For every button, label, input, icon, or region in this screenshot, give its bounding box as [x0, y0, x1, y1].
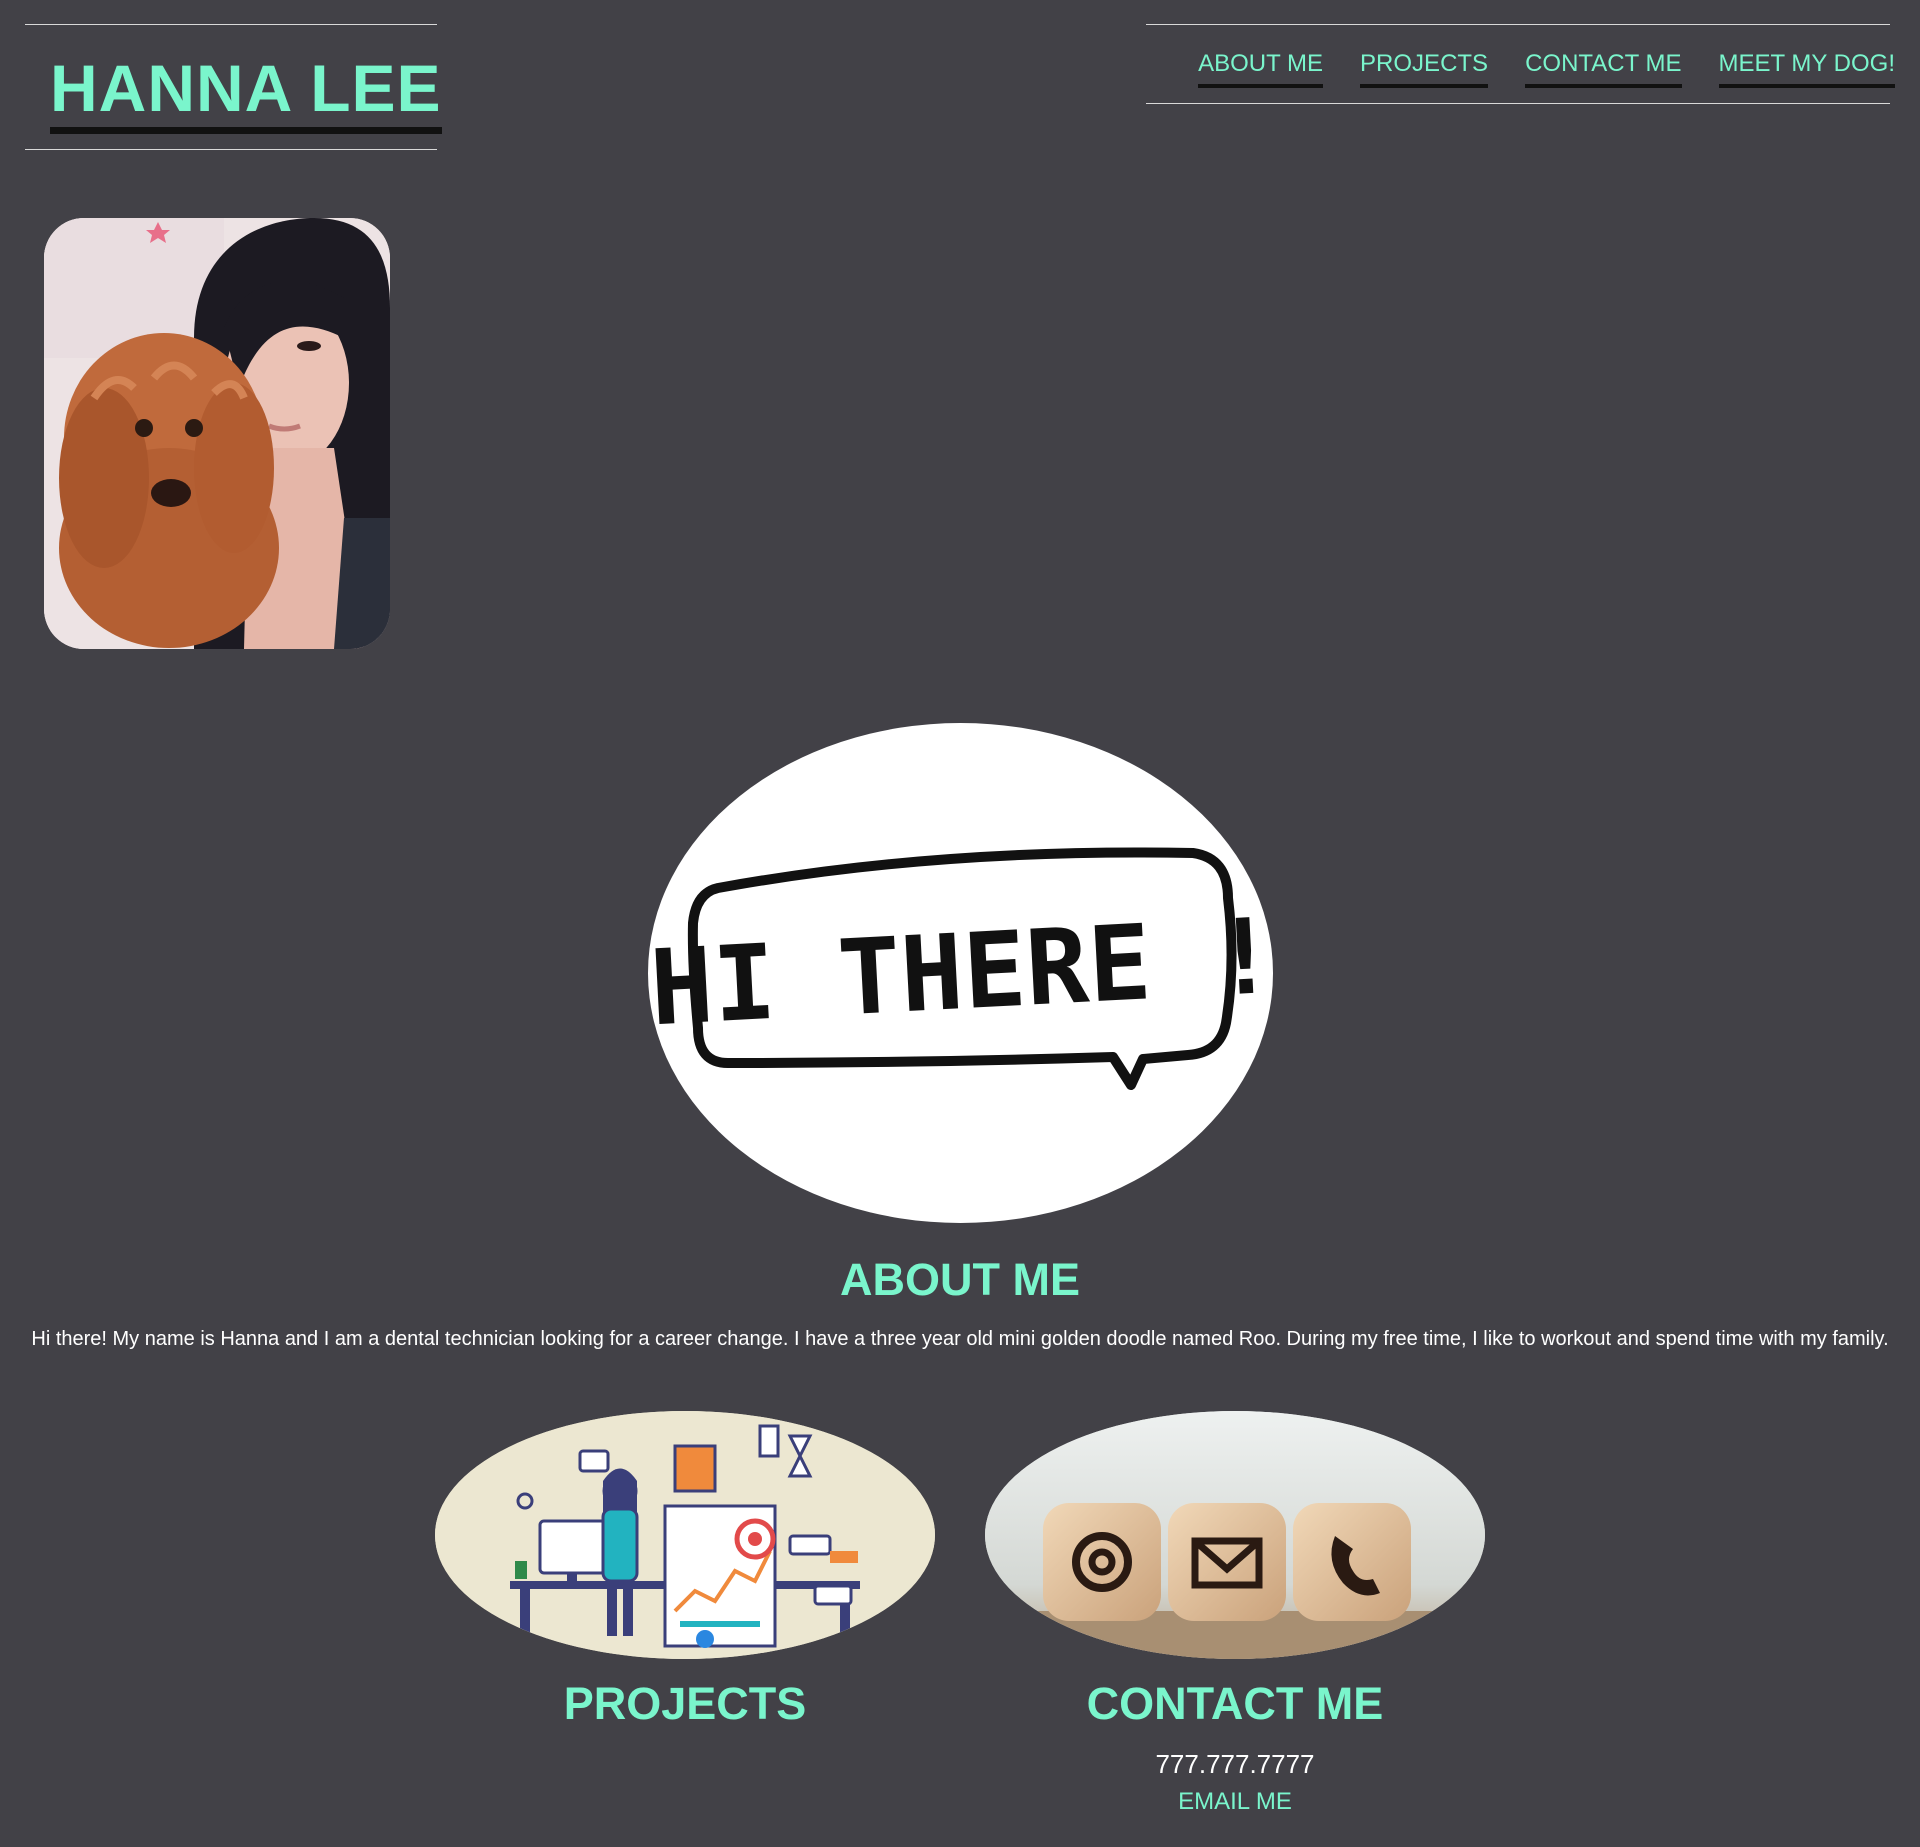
- speech-bubble-icon: HI THERE !: [648, 847, 1273, 1090]
- projects-image[interactable]: [435, 1411, 935, 1659]
- nav-link-projects[interactable]: PROJECTS: [1360, 50, 1489, 88]
- nav-item-about: ABOUT ME: [1198, 50, 1324, 88]
- nav-link-contact-me[interactable]: CONTACT ME: [1525, 50, 1682, 88]
- profile-photo: [44, 218, 390, 649]
- nav-link-meet-my-dog[interactable]: MEET MY DOG!: [1718, 50, 1895, 88]
- contact-heading[interactable]: CONTACT ME: [985, 1678, 1485, 1730]
- nav-item-projects: PROJECTS: [1360, 50, 1489, 88]
- projects-heading[interactable]: PROJECTS: [435, 1678, 935, 1730]
- nav-item-dog: MEET MY DOG!: [1718, 50, 1895, 88]
- contact-illustration: [985, 1411, 1485, 1659]
- email-link[interactable]: EMAIL ME: [985, 1788, 1485, 1816]
- nav-item-contact: CONTACT ME: [1525, 50, 1682, 88]
- hi-there-image: HI THERE !: [648, 723, 1273, 1223]
- about-heading: ABOUT ME: [840, 1254, 1080, 1305]
- main-nav: ABOUT ME PROJECTS CONTACT ME MEET MY DOG…: [1198, 50, 1895, 88]
- site-title: HANNA LEE: [50, 55, 442, 134]
- contact-image[interactable]: [985, 1411, 1485, 1659]
- phone-number: 777.777.7777: [1155, 1749, 1315, 1779]
- projects-illustration-icon: [435, 1411, 935, 1659]
- about-text: Hi there! My name is Hanna and I am a de…: [31, 1328, 1889, 1350]
- nav-link-about-me[interactable]: ABOUT ME: [1198, 50, 1324, 88]
- profile-photo-illustration: [44, 218, 390, 649]
